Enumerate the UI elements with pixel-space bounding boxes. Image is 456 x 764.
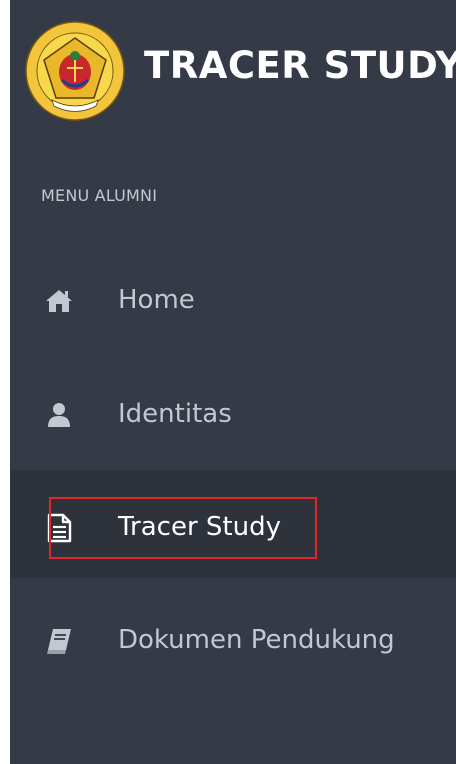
sidebar-item-identitas[interactable]: Identitas <box>10 360 456 468</box>
sidebar-item-label: Dokumen Pendukung <box>118 625 395 655</box>
sidebar-item-label: Identitas <box>118 399 232 429</box>
sidebar-item-home[interactable]: Home <box>10 248 456 356</box>
brand-link[interactable]: TRACER STUDY <box>10 0 456 140</box>
highlight-annotation-box <box>49 497 317 559</box>
user-icon <box>48 403 70 427</box>
brand-title: TRACER STUDY <box>144 44 456 87</box>
home-icon <box>46 290 72 312</box>
sidebar-section-label: MENU ALUMNI <box>41 186 158 205</box>
sidebar: TRACER STUDY MENU ALUMNI Home Identitas … <box>10 0 456 764</box>
sidebar-item-label: Home <box>118 285 195 315</box>
university-logo <box>25 21 125 121</box>
sidebar-item-dokumen-pendukung[interactable]: Dokumen Pendukung <box>10 588 456 696</box>
book-icon <box>47 629 71 654</box>
